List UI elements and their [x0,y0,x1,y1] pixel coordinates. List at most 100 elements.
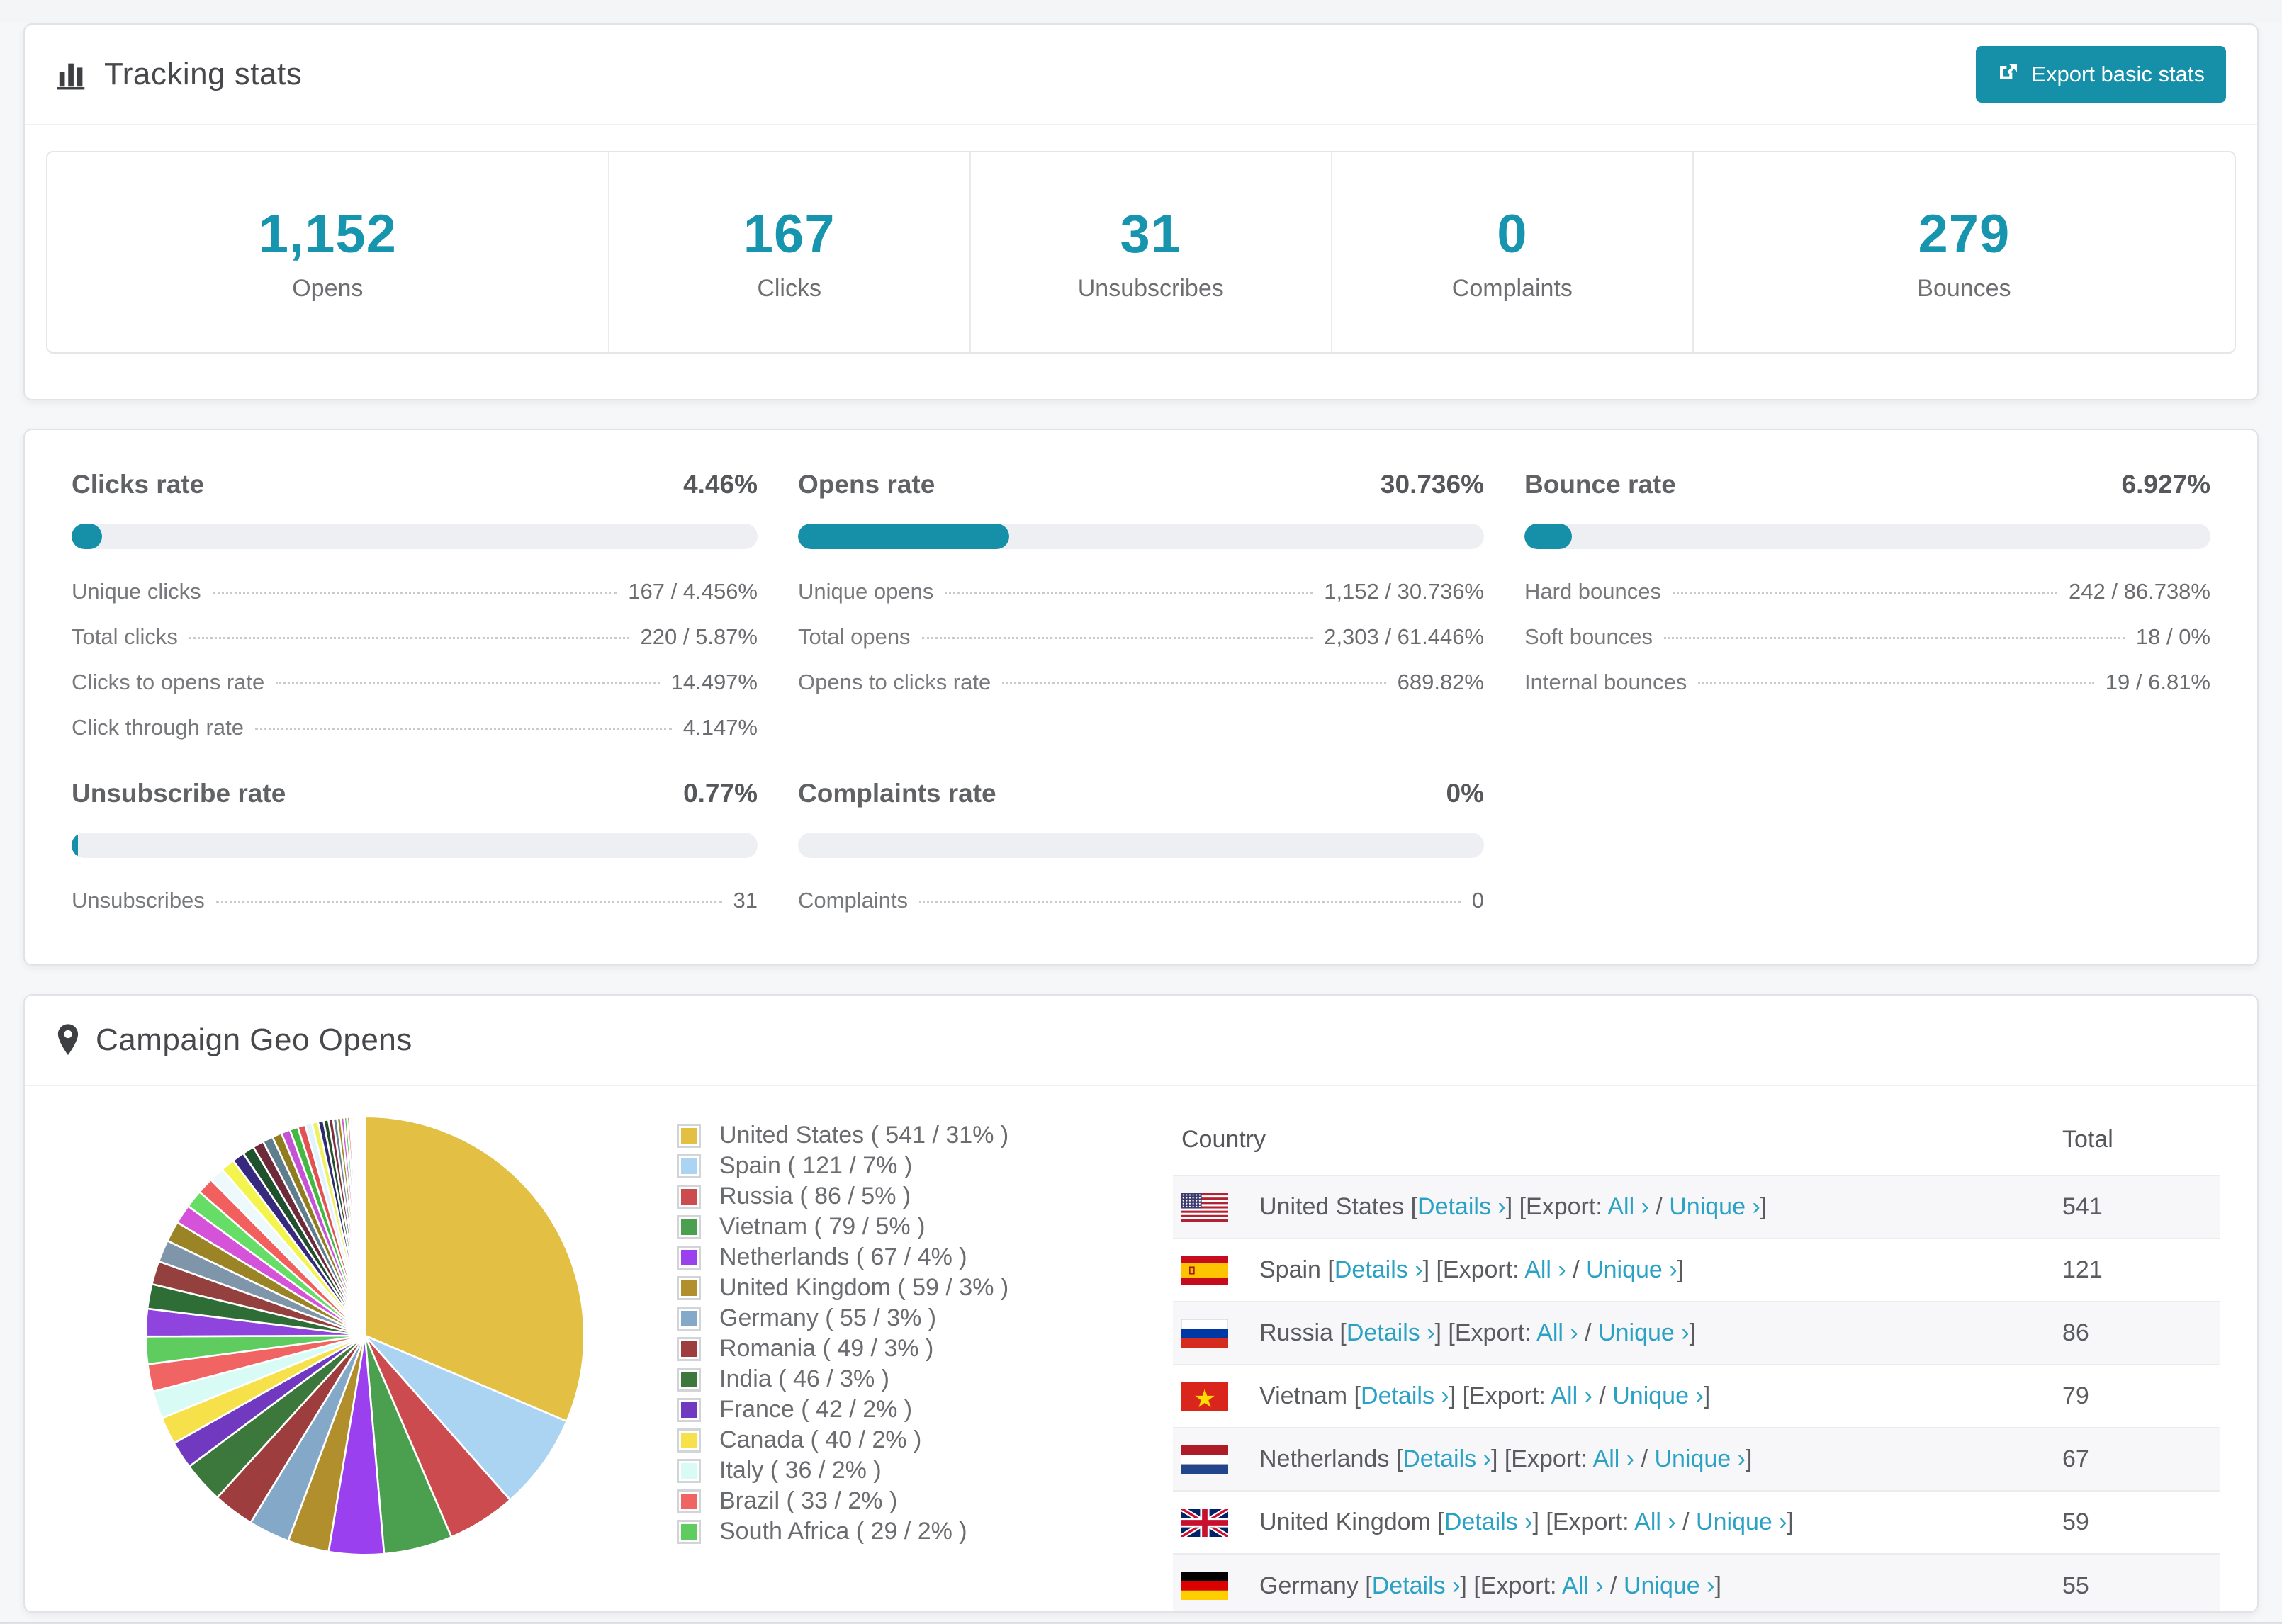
rate-value: 0.77% [683,779,758,808]
rates-grid: Clicks rate 4.46% Unique clicks 167 / 4.456… [25,430,2257,964]
rate-block-unsubscribe-rate: Unsubscribe rate 0.77% Unsubscribes 31 [72,779,758,923]
legend-item: Italy ( 36 / 2% ) [677,1455,1074,1486]
rate-head: Bounce rate 6.927% [1524,470,2210,500]
country-row-text: Germany [Details ›] [Export: All › / Uni… [1259,1572,1721,1599]
details-link[interactable]: Details › [1444,1509,1533,1535]
stat-label: Complaints [1451,275,1573,302]
rate-row: Hard bounces 242 / 86.738% [1524,569,2210,614]
export-unique-link[interactable]: Unique › [1669,1193,1760,1220]
export-all-link[interactable]: All › [1551,1382,1592,1409]
flag-es-icon [1181,1256,1228,1285]
rate-rows: Complaints 0 [798,878,1484,923]
rate-block-bounce-rate: Bounce rate 6.927% Hard bounces 242 / 86.73… [1524,470,2210,705]
geo-opens-title: Campaign Geo Opens [56,1022,412,1058]
legend-label: Russia ( 86 / 5% ) [719,1183,911,1209]
dotted-leader [919,901,1461,903]
details-link[interactable]: Details › [1334,1256,1423,1283]
export-all-link[interactable]: All › [1607,1193,1649,1220]
export-unique-link[interactable]: Unique › [1654,1445,1746,1472]
legend-item: South Africa ( 29 / 2% ) [677,1516,1074,1547]
flag-de-icon [1181,1572,1228,1600]
rate-block-clicks-rate: Clicks rate 4.46% Unique clicks 167 / 4.456… [72,470,758,750]
legend-label: India ( 46 / 3% ) [719,1365,890,1392]
dotted-leader [212,592,617,594]
dotted-leader [215,901,722,903]
legend-item: Vietnam ( 79 / 5% ) [677,1212,1074,1242]
dotted-leader [276,682,660,684]
stat-label: Bounces [1917,275,2011,302]
details-link[interactable]: Details › [1417,1193,1506,1220]
legend-label: Italy ( 36 / 2% ) [719,1457,882,1484]
progress-bar-track [1524,524,2210,549]
total-cell: 86 [2054,1302,2220,1365]
rate-rows: Unique opens 1,152 / 30.736% Total opens 2,… [798,569,1484,705]
export-unique-link[interactable]: Unique › [1612,1382,1704,1409]
export-all-link[interactable]: All › [1536,1319,1578,1346]
stat-value: 31 [1120,204,1182,264]
export-basic-stats-button[interactable]: Export basic stats [1976,46,2226,103]
details-link[interactable]: Details › [1372,1572,1461,1599]
legend-item: Brazil ( 33 / 2% ) [677,1486,1074,1516]
export-all-link[interactable]: All › [1634,1509,1676,1535]
stat-value: 1,152 [258,204,397,264]
map-pin-icon [56,1023,80,1057]
dotted-leader [945,592,1313,594]
rate-block-opens-rate: Opens rate 30.736% Unique opens 1,152 / 30.… [798,470,1484,705]
progress-bar-fill [1524,524,1573,549]
rate-row-label: Hard bounces [1524,579,1662,604]
flag-ru-icon [1181,1319,1228,1348]
export-unique-link[interactable]: Unique › [1696,1509,1787,1535]
export-unique-link[interactable]: Unique › [1586,1256,1677,1283]
rate-row-label: Total opens [798,624,911,649]
rate-row-value: 31 [733,888,758,913]
country-name: Spain [ [1259,1256,1334,1283]
legend-label: South Africa ( 29 / 2% ) [719,1518,967,1545]
country-cell: United Kingdom [Details ›] [Export: All … [1181,1508,2054,1537]
page-title: Tracking stats [104,57,303,91]
rate-row: Unsubscribes 31 [72,878,758,923]
progress-bar-track [798,524,1484,549]
progress-bar-track [72,833,758,858]
legend-swatch [677,1489,701,1513]
rate-rows: Unique clicks 167 / 4.456% Total clicks 220… [72,569,758,750]
details-link[interactable]: Details › [1347,1319,1435,1346]
country-row-text: Vietnam [Details ›] [Export: All › / Uni… [1259,1382,1711,1409]
column-header-country: Country [1181,1126,1266,1153]
legend-swatch [677,1275,701,1300]
stat-label: Unsubscribes [1077,275,1224,302]
geo-pie-legend: United States ( 541 / 31% ) Spain ( 121 /… [677,1120,1074,1547]
rate-row-label: Complaints [798,888,909,913]
details-link[interactable]: Details › [1403,1445,1491,1472]
details-link[interactable]: Details › [1361,1382,1449,1409]
rate-row: Soft bounces 18 / 0% [1524,614,2210,660]
rate-row-value: 14.497% [670,670,758,694]
legend-label: United Kingdom ( 59 / 3% ) [719,1274,1009,1301]
bar-chart-icon [56,58,89,91]
export-unique-link[interactable]: Unique › [1624,1572,1715,1599]
legend-swatch [677,1458,701,1483]
legend-swatch [677,1367,701,1392]
progress-bar-fill [72,524,103,549]
rates-card: Clicks rate 4.46% Unique clicks 167 / 4.456… [23,429,2259,966]
stat-cell-opens: 1,152 Opens [47,152,608,352]
rate-row: Internal bounces 19 / 6.81% [1524,660,2210,705]
export-unique-link[interactable]: Unique › [1598,1319,1690,1346]
country-row-text: Spain [Details ›] [Export: All › / Uniqu… [1259,1256,1685,1283]
column-header-total: Total [2062,1126,2113,1153]
export-all-link[interactable]: All › [1562,1572,1604,1599]
rate-row-value: 242 / 86.738% [2069,579,2210,604]
country-row-text: Russia [Details ›] [Export: All › / Uniq… [1259,1319,1697,1346]
table-header-row: Country Total [1173,1100,2220,1175]
legend-item: United States ( 541 / 31% ) [677,1120,1074,1151]
dotted-leader [921,637,1313,639]
table-row-gb: United Kingdom [Details ›] [Export: All … [1173,1491,2220,1554]
rate-row-label: Internal bounces [1524,670,1687,694]
legend-label: Vietnam ( 79 / 5% ) [719,1213,926,1240]
rate-row: Click through rate 4.147% [72,705,758,750]
export-all-link[interactable]: All › [1593,1445,1635,1472]
rate-rows: Unsubscribes 31 [72,878,758,923]
table-row-us: United States [Details ›] [Export: All ›… [1173,1175,2220,1239]
rate-title: Unsubscribe rate [72,779,286,808]
rate-row-label: Soft bounces [1524,624,1653,649]
export-all-link[interactable]: All › [1524,1256,1566,1283]
